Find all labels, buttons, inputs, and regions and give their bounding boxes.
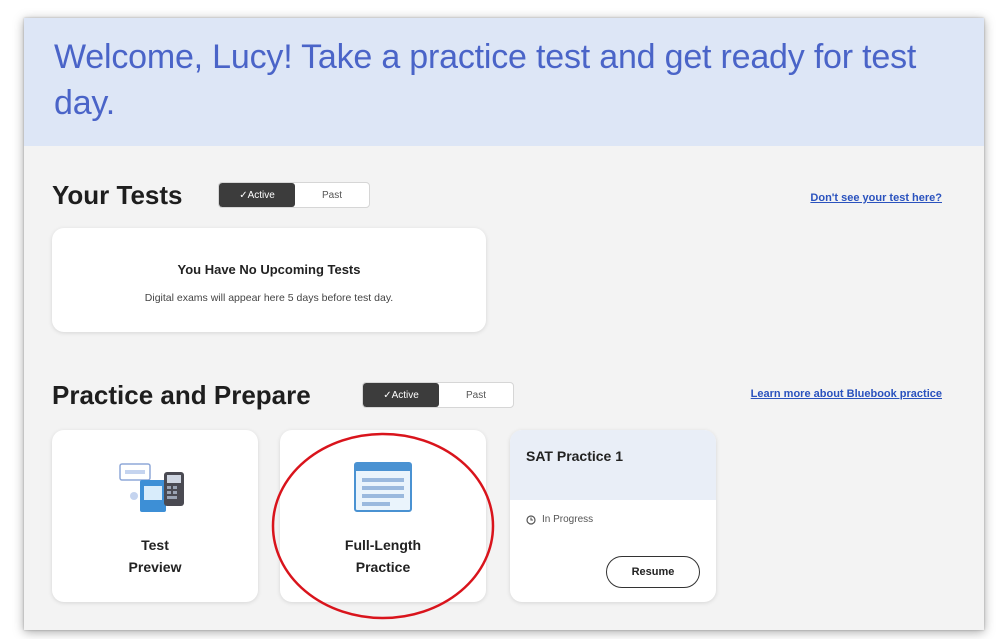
sat-practice-title: SAT Practice 1 (526, 448, 624, 464)
welcome-banner: Welcome, Lucy! Take a practice test and … (24, 18, 984, 146)
clock-icon (526, 514, 536, 525)
your-tests-past-tab[interactable]: Past (295, 183, 369, 207)
your-tests-title: Your Tests (52, 180, 183, 210)
no-tests-title: You Have No Upcoming Tests (177, 262, 361, 277)
practice-past-tab[interactable]: Past (439, 383, 513, 407)
app-window: Welcome, Lucy! Take a practice test and … (24, 18, 984, 630)
resume-button[interactable]: Resume (606, 556, 700, 588)
practice-active-tab[interactable]: ✓Active (363, 383, 439, 407)
practice-toggle: ✓Active Past (362, 382, 514, 408)
sat-status-text: In Progress (542, 514, 594, 525)
no-tests-description: Digital exams will appear here 5 days be… (144, 292, 394, 304)
your-tests-toggle: ✓Active Past (218, 182, 370, 208)
test-preview-icon (119, 463, 184, 512)
welcome-heading: Welcome, Lucy! Take a practice test and … (54, 38, 917, 122)
learn-more-bluebook-link[interactable]: Learn more about Bluebook practice (751, 388, 942, 400)
test-preview-label-line1: Test (141, 537, 169, 553)
full-length-label-line1: Full-Length (344, 537, 422, 553)
practice-prepare-title: Practice and Prepare (52, 380, 311, 410)
test-preview-label-line2: Preview (128, 559, 182, 575)
full-length-practice-icon (354, 462, 412, 512)
your-tests-active-tab[interactable]: ✓Active (219, 183, 295, 207)
full-length-label-line2: Practice (355, 559, 411, 575)
no-upcoming-tests-card: You Have No Upcoming Tests Digital exams… (52, 228, 486, 332)
full-length-practice-card[interactable]: Full-Length Practice (280, 430, 486, 602)
dont-see-test-link[interactable]: Don't see your test here? (810, 192, 942, 204)
sat-status: In Progress (526, 514, 593, 525)
sat-card-header (510, 430, 716, 500)
test-preview-card[interactable]: Test Preview (52, 430, 258, 602)
sat-practice-card[interactable]: SAT Practice 1 In Progress Resume (510, 430, 716, 602)
